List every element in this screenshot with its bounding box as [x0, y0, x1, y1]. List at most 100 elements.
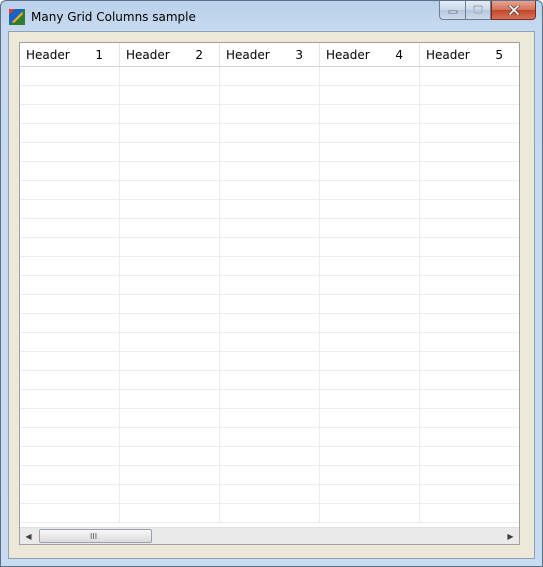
table-cell[interactable]: [120, 428, 220, 446]
table-cell[interactable]: [220, 333, 320, 351]
table-cell[interactable]: [420, 409, 519, 427]
table-cell[interactable]: [320, 143, 420, 161]
table-cell[interactable]: [20, 105, 120, 123]
table-cell[interactable]: [120, 276, 220, 294]
table-row[interactable]: [20, 162, 519, 181]
table-cell[interactable]: [220, 124, 320, 142]
table-cell[interactable]: [420, 143, 519, 161]
table-cell[interactable]: [20, 466, 120, 484]
table-cell[interactable]: [220, 86, 320, 104]
table-cell[interactable]: [320, 409, 420, 427]
table-cell[interactable]: [120, 333, 220, 351]
table-cell[interactable]: [220, 105, 320, 123]
table-cell[interactable]: [20, 200, 120, 218]
table-cell[interactable]: [120, 409, 220, 427]
table-cell[interactable]: [120, 143, 220, 161]
table-cell[interactable]: [20, 181, 120, 199]
table-cell[interactable]: [420, 86, 519, 104]
table-cell[interactable]: [420, 314, 519, 332]
table-cell[interactable]: [320, 200, 420, 218]
horizontal-scrollbar[interactable]: ◀ III ▶: [20, 527, 519, 544]
table-cell[interactable]: [120, 124, 220, 142]
table-cell[interactable]: [320, 390, 420, 408]
table-row[interactable]: [20, 181, 519, 200]
table-cell[interactable]: [320, 124, 420, 142]
table-cell[interactable]: [420, 257, 519, 275]
table-cell[interactable]: [220, 314, 320, 332]
table-row[interactable]: [20, 143, 519, 162]
table-cell[interactable]: [420, 200, 519, 218]
table-cell[interactable]: [120, 485, 220, 503]
close-button[interactable]: [491, 1, 536, 20]
table-row[interactable]: [20, 314, 519, 333]
table-cell[interactable]: [220, 219, 320, 237]
table-cell[interactable]: [20, 276, 120, 294]
table-row[interactable]: [20, 409, 519, 428]
table-cell[interactable]: [420, 295, 519, 313]
table-cell[interactable]: [220, 181, 320, 199]
table-row[interactable]: [20, 447, 519, 466]
table-cell[interactable]: [120, 200, 220, 218]
table-cell[interactable]: [120, 238, 220, 256]
table-cell[interactable]: [320, 447, 420, 465]
table-cell[interactable]: [420, 238, 519, 256]
table-cell[interactable]: [220, 143, 320, 161]
table-cell[interactable]: [320, 352, 420, 370]
data-grid[interactable]: Header 1 Header 2 Header 3 Header 4 Head…: [19, 42, 520, 545]
table-cell[interactable]: [20, 409, 120, 427]
table-row[interactable]: [20, 295, 519, 314]
table-cell[interactable]: [320, 162, 420, 180]
table-cell[interactable]: [20, 257, 120, 275]
grid-body[interactable]: [20, 67, 519, 523]
table-cell[interactable]: [320, 485, 420, 503]
table-row[interactable]: [20, 257, 519, 276]
table-row[interactable]: [20, 238, 519, 257]
table-cell[interactable]: [420, 333, 519, 351]
column-header-4[interactable]: Header 4: [320, 43, 420, 66]
table-cell[interactable]: [20, 238, 120, 256]
table-cell[interactable]: [120, 390, 220, 408]
table-cell[interactable]: [20, 67, 120, 85]
table-cell[interactable]: [120, 314, 220, 332]
table-cell[interactable]: [420, 371, 519, 389]
table-cell[interactable]: [120, 466, 220, 484]
table-cell[interactable]: [320, 105, 420, 123]
table-cell[interactable]: [120, 447, 220, 465]
table-cell[interactable]: [20, 352, 120, 370]
table-cell[interactable]: [120, 295, 220, 313]
table-cell[interactable]: [420, 219, 519, 237]
scroll-thumb[interactable]: III: [39, 529, 152, 543]
table-row[interactable]: [20, 371, 519, 390]
table-cell[interactable]: [120, 105, 220, 123]
table-row[interactable]: [20, 504, 519, 523]
table-cell[interactable]: [20, 86, 120, 104]
table-cell[interactable]: [20, 504, 120, 522]
table-row[interactable]: [20, 333, 519, 352]
table-cell[interactable]: [320, 219, 420, 237]
table-cell[interactable]: [20, 428, 120, 446]
column-header-1[interactable]: Header 1: [20, 43, 120, 66]
table-cell[interactable]: [320, 181, 420, 199]
table-cell[interactable]: [320, 428, 420, 446]
table-row[interactable]: [20, 390, 519, 409]
table-cell[interactable]: [320, 333, 420, 351]
title-bar[interactable]: Many Grid Columns sample: [1, 1, 542, 31]
table-cell[interactable]: [420, 466, 519, 484]
table-cell[interactable]: [220, 409, 320, 427]
column-header-5[interactable]: Header 5: [420, 43, 519, 66]
table-cell[interactable]: [120, 352, 220, 370]
table-cell[interactable]: [320, 504, 420, 522]
table-cell[interactable]: [220, 466, 320, 484]
table-cell[interactable]: [220, 295, 320, 313]
table-cell[interactable]: [420, 67, 519, 85]
table-cell[interactable]: [220, 67, 320, 85]
minimize-button[interactable]: [439, 1, 465, 20]
table-row[interactable]: [20, 352, 519, 371]
scroll-left-button[interactable]: ◀: [20, 528, 37, 544]
table-row[interactable]: [20, 485, 519, 504]
table-row[interactable]: [20, 200, 519, 219]
table-cell[interactable]: [320, 314, 420, 332]
table-cell[interactable]: [220, 390, 320, 408]
table-cell[interactable]: [120, 162, 220, 180]
table-cell[interactable]: [120, 181, 220, 199]
